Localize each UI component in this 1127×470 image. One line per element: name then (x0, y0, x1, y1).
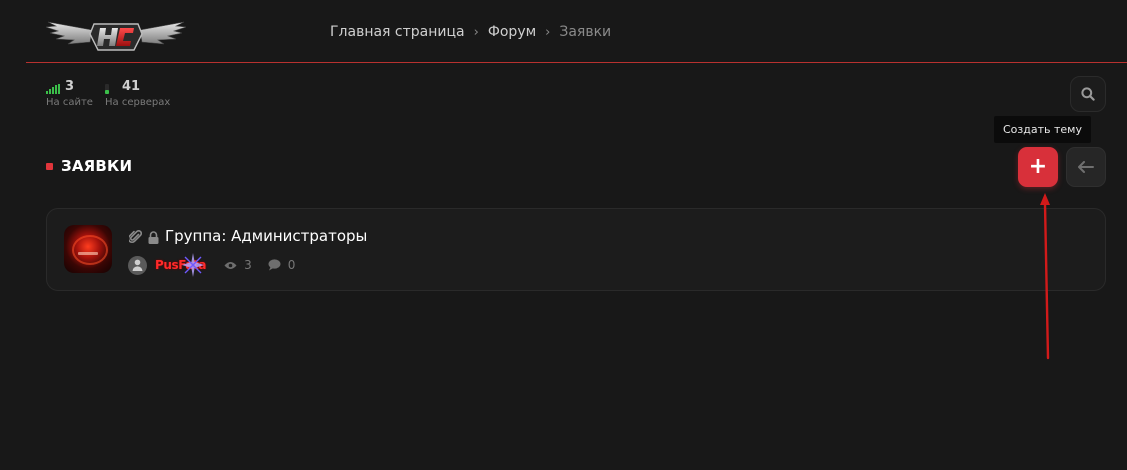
annotation-arrow (1040, 193, 1050, 360)
forum-page: Главная страница › Форум › Заявки 3 На с… (0, 0, 1127, 470)
